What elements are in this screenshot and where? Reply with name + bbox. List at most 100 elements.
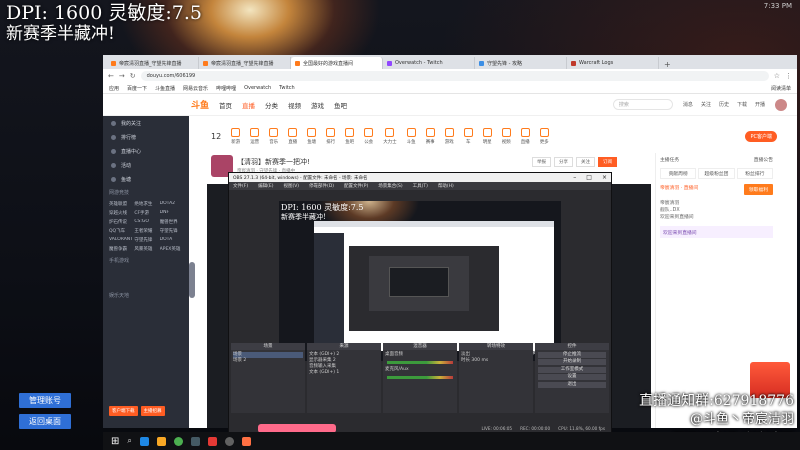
address-bar[interactable]: douyu.com/606199 <box>140 71 769 81</box>
category-item[interactable]: 大力士 <box>383 127 397 145</box>
share-button[interactable]: 分享 <box>554 157 573 167</box>
user-avatar[interactable] <box>775 98 787 111</box>
sidebar-game[interactable]: 守望先锋 <box>134 237 157 243</box>
settings-button[interactable]: 设置 <box>538 374 606 380</box>
nav-video[interactable]: 视频 <box>288 100 301 110</box>
sidebar-item-fishpond[interactable]: 鱼塘 <box>103 172 189 186</box>
follow-button[interactable]: 关注 <box>576 157 595 167</box>
reading-list[interactable]: 阅读清单 <box>771 85 791 92</box>
nav-game[interactable]: 游戏 <box>311 100 324 110</box>
obs-icon[interactable] <box>224 436 234 446</box>
start-recording-button[interactable]: 开始录制 <box>538 359 606 365</box>
sidebar-scrollbar[interactable] <box>189 262 195 298</box>
category-item[interactable]: 新游 <box>231 127 241 145</box>
douyu-icon[interactable] <box>241 436 251 446</box>
chrome-icon[interactable] <box>173 436 183 446</box>
file-explorer-icon[interactable] <box>156 436 166 446</box>
category-item[interactable]: 直播 <box>520 127 530 145</box>
sidebar-game[interactable]: 炉石传说 <box>109 219 132 225</box>
bookmark[interactable]: 斗鱼直播 <box>155 85 175 92</box>
sidebar-game[interactable]: 王者荣耀 <box>134 228 157 234</box>
windows-start-icon[interactable]: ⊞ <box>111 436 119 447</box>
category-item[interactable]: 运营 <box>250 127 260 145</box>
sidebar-game[interactable]: QQ飞车 <box>109 228 132 234</box>
category-item[interactable]: 车 <box>463 127 473 145</box>
category-item[interactable]: 排行 <box>326 127 336 145</box>
category-item[interactable]: 公会 <box>364 127 374 145</box>
header-broadcast-link[interactable]: 开播 <box>755 101 765 108</box>
nav-home[interactable]: 首页 <box>219 100 232 110</box>
sidebar-game[interactable]: 魔兽世界 <box>160 219 183 225</box>
menu-icon[interactable]: ⋮ <box>785 72 792 80</box>
reload-icon[interactable]: ↻ <box>130 72 136 80</box>
menu-tools[interactable]: 工具(T) <box>413 183 428 189</box>
menu-profile[interactable]: 配置文件(P) <box>344 183 368 189</box>
streamer-recruit-button[interactable]: 主播招募 <box>140 406 165 416</box>
header-download-link[interactable]: 下载 <box>737 101 747 108</box>
sidebar-item-center[interactable]: 直播中心 <box>103 144 189 158</box>
browser-tab[interactable]: 帝宸清羽直播_守望先锋直播 <box>199 57 291 69</box>
sidebar-game[interactable]: DNF <box>160 210 183 216</box>
scene-item[interactable]: 场景 2 <box>233 358 303 364</box>
sidebar-game[interactable]: CS:GO <box>134 219 157 225</box>
new-tab-button[interactable]: + <box>659 60 676 69</box>
menu-docks[interactable]: 停靠部件(D) <box>309 183 334 189</box>
header-message-link[interactable]: 消息 <box>683 101 693 108</box>
exit-button[interactable]: 退出 <box>538 381 606 388</box>
sidebar-game[interactable]: DOTA <box>160 237 183 243</box>
sidebar-game[interactable]: CF手游 <box>134 210 157 216</box>
source-item[interactable]: 文本 (GDI+) 1 <box>309 370 379 376</box>
minimize-icon[interactable]: – <box>573 174 576 181</box>
bookmark[interactable]: 哔哩哔哩 <box>216 85 236 92</box>
category-item[interactable]: 赛事 <box>425 127 435 145</box>
tab-super-fans[interactable]: 超级粉丝团 <box>698 168 735 179</box>
nav-yuba[interactable]: 鱼吧 <box>334 100 347 110</box>
volume-meter[interactable] <box>387 376 453 379</box>
category-item[interactable]: 更多 <box>539 127 549 145</box>
sidebar-game[interactable]: 英雄联盟 <box>109 201 132 207</box>
category-item[interactable]: 游戏 <box>444 127 454 145</box>
search-input[interactable]: 搜索 <box>612 99 673 110</box>
bookmark[interactable]: Overwatch <box>244 85 271 91</box>
category-item[interactable]: 视频 <box>501 127 511 145</box>
sidebar-item-activity[interactable]: 活动 <box>103 158 189 172</box>
bookmark[interactable]: 应用 <box>109 85 119 92</box>
obs-preview[interactable]: DPI: 1600 灵敏度:7.5 新赛季半藏冲! 直播通知群:62791877… <box>279 201 561 361</box>
sidebar-game[interactable]: VALORANT <box>109 237 132 243</box>
menu-scene-collection[interactable]: 场景集合(S) <box>378 183 402 189</box>
report-button[interactable]: 举报 <box>532 157 551 167</box>
client-download-button[interactable]: 客户端下载 <box>109 406 138 416</box>
bookmark[interactable]: 百度一下 <box>127 85 147 92</box>
star-icon[interactable]: ☆ <box>774 72 780 80</box>
return-desktop-button[interactable]: 返回桌面 <box>19 414 71 429</box>
stop-stream-button[interactable]: 停止推流 <box>538 351 606 358</box>
menu-view[interactable]: 视图(V) <box>283 183 299 189</box>
browser-tab[interactable]: 帝宸清羽直播_守望先锋直播 <box>107 57 199 69</box>
sidebar-item-rank[interactable]: 排行榜 <box>103 130 189 144</box>
sidebar-game[interactable]: 穿越火线 <box>109 210 132 216</box>
sidebar-game[interactable]: DOTA2 <box>160 201 183 207</box>
sidebar-game[interactable]: 魔兽争霸 <box>109 246 132 252</box>
forward-icon[interactable]: → <box>119 72 125 80</box>
category-item[interactable]: 鱼塘 <box>307 127 317 145</box>
nav-live[interactable]: 直播 <box>242 100 255 110</box>
category-item[interactable]: 音乐 <box>269 127 279 145</box>
volume-meter[interactable] <box>387 361 453 364</box>
category-item[interactable]: 直播 <box>288 127 298 145</box>
back-icon[interactable]: ← <box>108 72 114 80</box>
nav-category[interactable]: 分类 <box>265 100 278 110</box>
sidebar-item-follow[interactable]: 我的关注 <box>103 116 189 130</box>
search-icon[interactable]: ⌕ <box>127 436 131 446</box>
browser-tab[interactable]: 守望先锋 - 攻略 <box>475 57 567 69</box>
sidebar-game[interactable]: 风暴英雄 <box>134 246 157 252</box>
browser-tab[interactable]: Warcraft Logs <box>567 57 659 69</box>
category-item[interactable]: 鱼吧 <box>345 127 355 145</box>
menu-edit[interactable]: 编辑(E) <box>258 183 273 189</box>
close-icon[interactable]: × <box>602 174 607 181</box>
bookmark[interactable]: Twitch <box>279 85 295 91</box>
transition-duration[interactable]: 时长 300 ms <box>461 358 531 364</box>
browser-tab[interactable]: Overwatch - Twitch <box>383 57 475 69</box>
category-item[interactable]: 斗鱼 <box>406 127 416 145</box>
manage-account-button[interactable]: 管理账号 <box>19 393 71 408</box>
maximize-icon[interactable]: □ <box>586 174 592 181</box>
